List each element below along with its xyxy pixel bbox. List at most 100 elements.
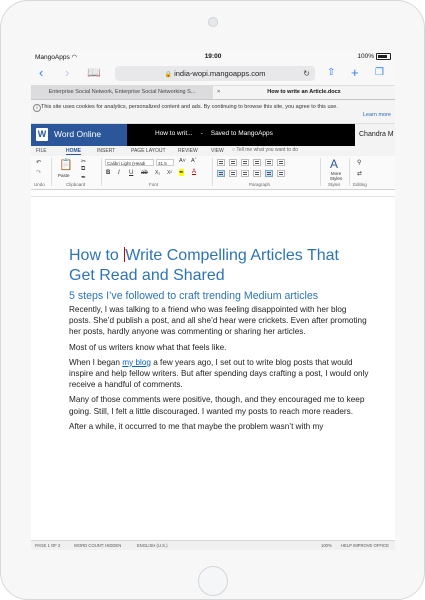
tell-me-box[interactable]: ○ Tell me what you want to do [232, 147, 298, 153]
word-icon: W [36, 128, 48, 141]
ribbon-tabs: FILE HOME INSERT PAGE LAYOUT REVIEW VIEW… [31, 146, 395, 156]
clock: 19:00 [204, 53, 222, 60]
undo-icon[interactable]: ↶ [36, 159, 41, 166]
rtl-icon[interactable] [277, 159, 285, 166]
align-left-icon[interactable] [217, 170, 225, 177]
separator [51, 158, 52, 186]
paragraph-1[interactable]: Recently, I was talking to a friend who … [69, 304, 369, 338]
increase-indent-icon[interactable] [253, 159, 261, 166]
address-bar[interactable]: 🔒 india-wopi.mangoapps.com ↻ [115, 66, 315, 81]
font-color-icon[interactable]: A [192, 169, 196, 175]
styles-icon[interactable]: A [330, 157, 338, 171]
separator [101, 158, 102, 186]
redo-icon[interactable]: ↷ [36, 169, 41, 176]
help-improve-office[interactable]: HELP IMPROVE OFFICE [341, 541, 389, 550]
group-label-undo: Undo [34, 182, 45, 187]
more-styles-label[interactable]: More Styles [326, 171, 346, 181]
numbering-icon[interactable] [229, 159, 237, 166]
app-name: Word Online [54, 129, 102, 139]
line-spacing-icon[interactable] [265, 170, 273, 177]
new-tab-icon[interactable]: + [351, 66, 359, 80]
font-size-dropdown[interactable]: 31.5 [156, 159, 174, 166]
highlight-icon[interactable]: ✒ [179, 169, 185, 176]
bold-icon[interactable]: B [106, 170, 110, 176]
tab-file[interactable]: FILE [36, 148, 47, 154]
tab-review[interactable]: REVIEW [178, 148, 198, 154]
word-online-logo[interactable]: W Word Online [31, 124, 127, 146]
justify-icon[interactable] [253, 170, 261, 177]
lock-icon: 🔒 [164, 72, 173, 78]
align-center-icon[interactable] [229, 170, 237, 177]
tab-home[interactable]: HOME [66, 148, 81, 155]
learn-more-link[interactable]: Learn more [363, 112, 391, 118]
cut-icon[interactable]: ✂ [81, 158, 86, 165]
browser-tabs: Enterprise Social Network, Enterprise So… [31, 86, 395, 100]
paste-icon[interactable]: 📋 [59, 158, 73, 171]
paragraph-3[interactable]: When I began my blog a few years ago, I … [69, 357, 369, 391]
tab-label: How to write an Article.docx [267, 89, 341, 95]
tab-enterprise-social[interactable]: Enterprise Social Network, Enterprise So… [31, 86, 213, 99]
doc-title[interactable]: How to writ... [155, 130, 193, 137]
tab-label: Enterprise Social Network, Enterprise So… [48, 89, 196, 95]
replace-icon[interactable]: ⇄ [357, 170, 362, 177]
word-online-header: W Word Online How to writ... - Saved to Ma… [31, 124, 395, 146]
decrease-indent-icon[interactable] [241, 159, 249, 166]
doc-title-bar: How to writ... - Saved to MangoApps [155, 130, 281, 137]
share-icon[interactable]: ⇧ [327, 66, 335, 80]
document-subtitle[interactable]: 5 steps I’ve followed to craft trending … [69, 290, 369, 303]
reload-icon[interactable]: ↻ [303, 66, 310, 81]
separator [212, 158, 213, 186]
subscript-icon[interactable]: X₂ [155, 170, 160, 176]
bookmarks-icon[interactable]: 📖 [87, 66, 101, 80]
format-painter-icon[interactable]: ✒ [81, 174, 86, 181]
info-icon: i [33, 104, 41, 112]
shrink-font-icon[interactable]: Aˆ [191, 158, 197, 164]
tab-insert[interactable]: INSERT [97, 148, 115, 154]
ribbon-divider [31, 196, 395, 197]
battery-indicator: 100% [357, 53, 391, 60]
zoom-level[interactable]: 100% [321, 541, 332, 550]
strikethrough-icon[interactable]: ab [141, 170, 148, 176]
word-count[interactable]: WORD COUNT: HIDDEN [74, 541, 121, 550]
forward-icon[interactable]: › [65, 66, 69, 80]
paragraph-4[interactable]: Many of those comments were positive, th… [69, 394, 369, 416]
show-marks-icon[interactable] [277, 170, 285, 177]
bullets-icon[interactable] [217, 159, 225, 166]
paragraph-5[interactable]: After a while, it occurred to me that ma… [69, 421, 369, 432]
paragraph-2[interactable]: Most of us writers know what that feels … [69, 342, 369, 353]
tab-view[interactable]: VIEW [211, 148, 224, 154]
paste-label[interactable]: Paste [58, 173, 70, 178]
tabs-overview-icon[interactable]: ❐ [375, 66, 384, 80]
copy-icon[interactable]: ⧉ [81, 166, 85, 173]
group-label-clipboard: Clipboard [66, 182, 86, 187]
home-button[interactable] [198, 566, 228, 596]
url-text: india-wopi.mangoapps.com [174, 69, 266, 78]
document-title[interactable]: How to Write Compelling Articles That Ge… [69, 246, 369, 286]
document-page[interactable]: How to Write Compelling Articles That Ge… [69, 246, 369, 436]
my-blog-link[interactable]: my blog [122, 358, 151, 367]
group-label-font: Font [149, 182, 159, 187]
user-name[interactable]: Chandra M [355, 124, 395, 146]
tab-article-docx[interactable]: × How to write an Article.docx [213, 86, 395, 99]
align-right-icon[interactable] [241, 170, 249, 177]
ltr-icon[interactable] [265, 159, 273, 166]
front-camera [208, 17, 218, 27]
back-icon[interactable]: ‹ [39, 66, 43, 80]
separator [320, 158, 321, 186]
close-tab-icon[interactable]: × [217, 86, 220, 99]
paragraph-3-text: When I began [69, 357, 123, 367]
tab-page-layout[interactable]: PAGE LAYOUT [131, 148, 166, 154]
underline-icon[interactable]: U [129, 170, 133, 176]
save-status: Saved to MangoApps [210, 130, 273, 137]
font-name-dropdown[interactable]: Calibri Light (Headi [105, 159, 154, 166]
lightbulb-icon: ○ [232, 147, 236, 153]
cookie-text: This site uses cookies for analytics, pe… [41, 104, 338, 110]
grow-font-icon[interactable]: A˅ [179, 158, 186, 164]
find-icon[interactable]: ⚲ [357, 159, 361, 166]
superscript-icon[interactable]: X² [167, 170, 172, 176]
language[interactable]: ENGLISH (U.S.) [137, 541, 167, 550]
italic-icon[interactable]: I [118, 170, 120, 176]
group-label-paragraph: Paragraph [249, 182, 271, 187]
tell-me-text: Tell me what you want to do [236, 147, 299, 153]
document-canvas[interactable]: How to Write Compelling Articles That Ge… [31, 196, 395, 547]
